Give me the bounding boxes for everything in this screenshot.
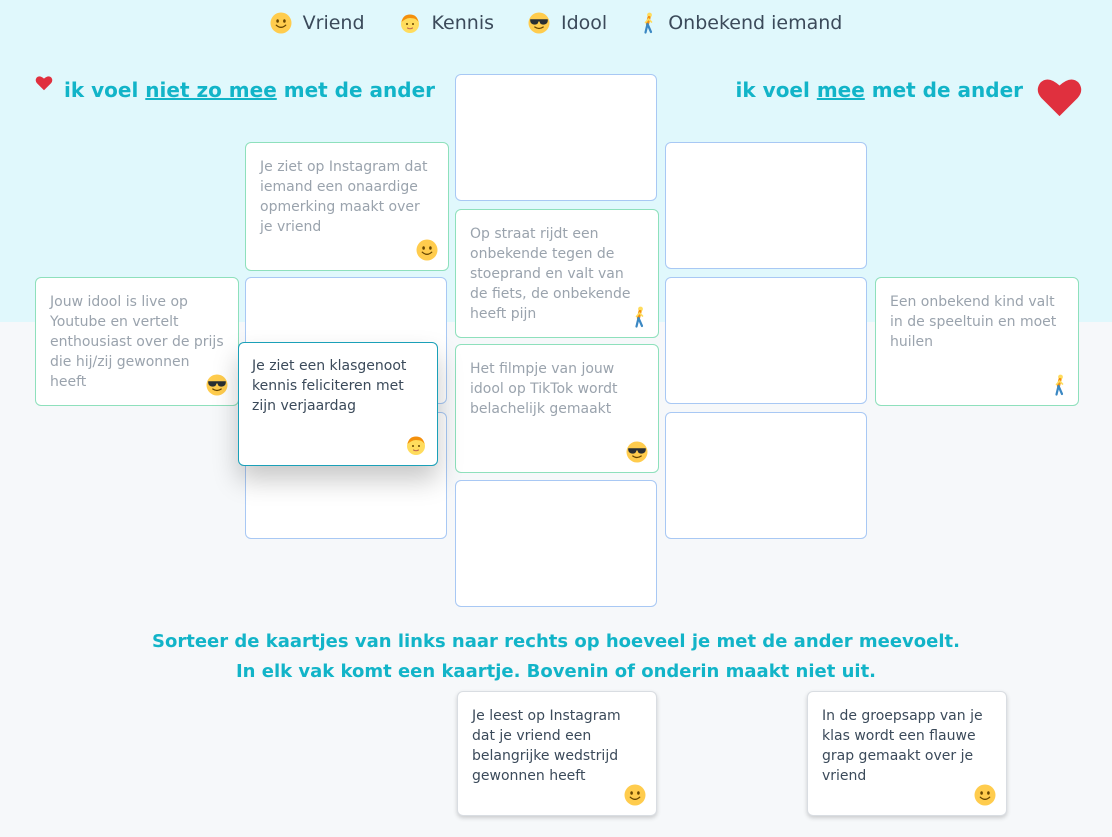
scenario-card[interactable]: Op straat rijdt een onbekende tegen de s…: [455, 209, 659, 338]
legend-label: Onbekend iemand: [668, 12, 843, 34]
walking-person-icon: [641, 12, 657, 34]
header-right-prefix: ik voel: [735, 78, 817, 102]
card-text: Jouw idool is live op Youtube en vertelt…: [50, 294, 224, 390]
drop-slot[interactable]: [455, 480, 657, 607]
card-text: Het filmpje van jouw idool op TikTok wor…: [470, 361, 618, 417]
legend-label: Kennis: [431, 12, 494, 34]
walking-person-icon: [1052, 374, 1068, 396]
card-text: Een onbekend kind valt in de speeltuin e…: [890, 294, 1057, 350]
sunglasses-face-icon: [626, 441, 648, 463]
small-heart-icon: [35, 76, 53, 91]
smiley-icon: [974, 784, 996, 806]
drop-slot[interactable]: [455, 74, 657, 201]
header-not-empathize: ik voel niet zo mee met de ander: [64, 78, 435, 102]
big-heart-icon: [1037, 79, 1082, 117]
card-text: Op straat rijdt een onbekende tegen de s…: [470, 226, 631, 322]
smiley-icon: [270, 12, 292, 34]
walking-person-icon: [632, 306, 648, 328]
legend-item-kennis: Kennis: [399, 12, 494, 34]
smiley-icon: [416, 239, 438, 261]
smiley-icon: [624, 784, 646, 806]
instructions: Sorteer de kaartjes van links naar recht…: [0, 627, 1112, 687]
legend-label: Vriend: [302, 12, 365, 34]
scenario-card[interactable]: Je ziet op Instagram dat iemand een onaa…: [245, 142, 449, 271]
legend-item-idool: Idool: [528, 12, 607, 34]
drop-slot[interactable]: [665, 142, 867, 269]
dragged-scenario-card[interactable]: Je ziet een klasgenoot kennis felicitere…: [238, 342, 438, 466]
card-text: Je ziet een klasgenoot kennis felicitere…: [252, 358, 407, 414]
drop-slot[interactable]: [665, 277, 867, 404]
instructions-line-1: Sorteer de kaartjes van links naar recht…: [152, 631, 960, 652]
drop-slot[interactable]: [665, 412, 867, 539]
child-face-icon: [405, 434, 427, 456]
header-empathize: ik voel mee met de ander: [736, 78, 1023, 102]
unsorted-card[interactable]: Je leest op Instagram dat je vriend een …: [457, 691, 657, 816]
scenario-card[interactable]: Jouw idool is live op Youtube en vertelt…: [35, 277, 239, 406]
header-left-emphasis: niet zo mee: [145, 78, 277, 102]
header-left-prefix: ik voel: [64, 78, 146, 102]
sunglasses-face-icon: [528, 12, 550, 34]
sunglasses-face-icon: [206, 374, 228, 396]
instructions-line-2: In elk vak komt een kaartje. Bovenin of …: [235, 661, 877, 682]
card-text: In de groepsapp van je klas wordt een fl…: [822, 708, 983, 784]
scenario-card[interactable]: Het filmpje van jouw idool op TikTok wor…: [455, 344, 659, 473]
card-text: Je leest op Instagram dat je vriend een …: [472, 708, 621, 784]
legend-label: Idool: [561, 12, 608, 34]
header-right-suffix: met de ander: [864, 78, 1023, 102]
scenario-card[interactable]: Een onbekend kind valt in de speeltuin e…: [875, 277, 1079, 406]
header-left-suffix: met de ander: [276, 78, 435, 102]
child-face-icon: [399, 12, 421, 34]
card-text: Je ziet op Instagram dat iemand een onaa…: [260, 159, 428, 235]
header-right-emphasis: mee: [816, 78, 865, 102]
legend-item-vriend: Vriend: [270, 12, 365, 34]
unsorted-card[interactable]: In de groepsapp van je klas wordt een fl…: [807, 691, 1007, 816]
legend: Vriend Kennis Idool Onbekend iemand: [0, 12, 1112, 34]
legend-item-onbekend: Onbekend iemand: [641, 12, 842, 34]
